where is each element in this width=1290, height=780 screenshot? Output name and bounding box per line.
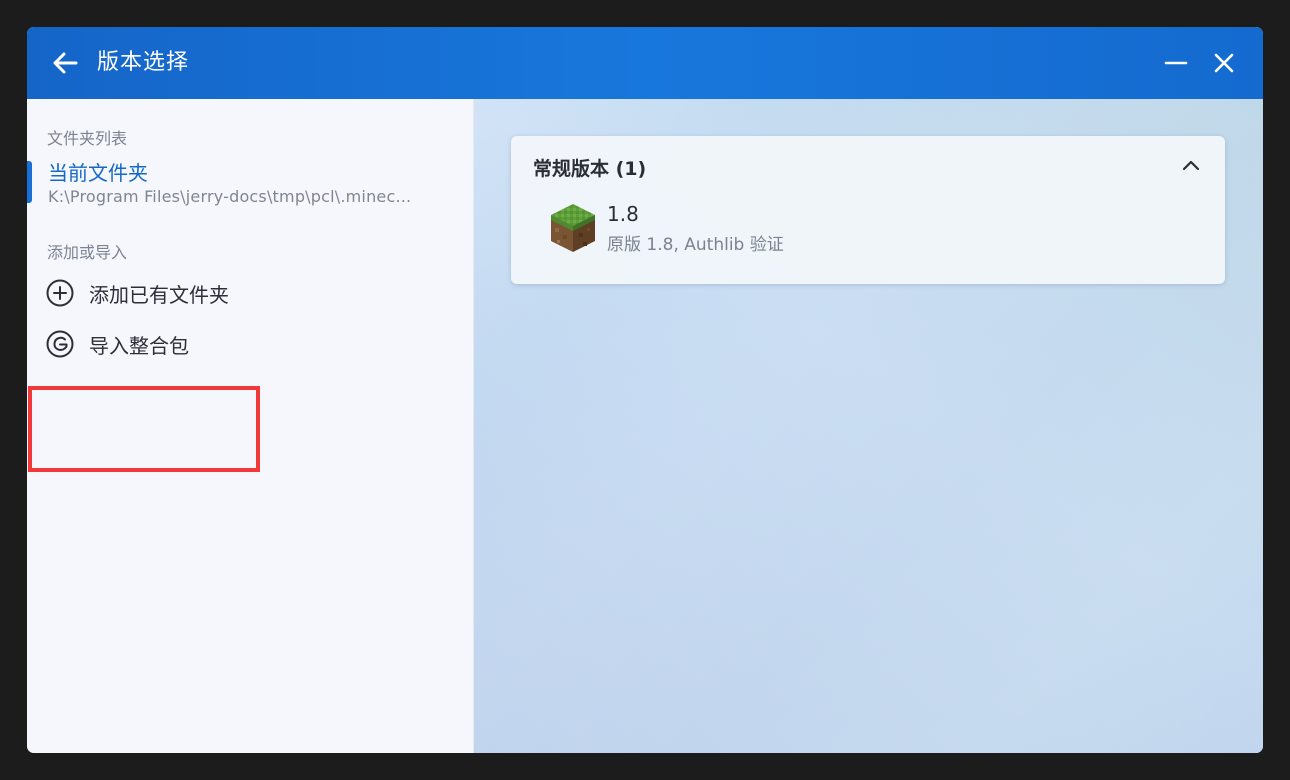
sidebar-item-current-folder[interactable]: 当前文件夹 K:\Program Files\jerry-docs\tmp\pc… [27,151,473,211]
folder-list-label: 文件夹列表 [47,129,128,148]
minimize-icon [1164,61,1188,65]
title-bar: 版本选择 [27,27,1263,99]
current-folder-path: K:\Program Files\jerry-docs\tmp\pcl\.min… [48,187,412,206]
version-select-window: 版本选择 文件夹列表 当前文件夹 K:\Program Files\jerry-… [27,27,1263,753]
modpack-icon [46,330,74,358]
back-button[interactable] [49,47,81,79]
version-group-header[interactable]: 常规版本 (1) [511,136,1225,194]
chevron-up-icon[interactable] [1179,154,1203,178]
grass-block-icon [551,204,595,252]
import-modpack-button[interactable]: 导入整合包 [27,321,473,365]
add-or-import-label: 添加或导入 [47,243,128,262]
minimize-button[interactable] [1160,47,1192,79]
version-group-card: 常规版本 (1) 1.8 原版 1.8, Authlib 验证 [511,136,1225,284]
main-content: 常规版本 (1) 1.8 原版 1.8, Authlib 验证 [474,99,1263,753]
current-folder-name: 当前文件夹 [48,161,148,185]
plus-circle-icon [46,279,74,307]
version-item[interactable]: 1.8 原版 1.8, Authlib 验证 [523,198,1213,258]
add-existing-folder-button[interactable]: 添加已有文件夹 [27,270,473,314]
version-description: 原版 1.8, Authlib 验证 [607,235,784,255]
version-group-title: 常规版本 (1) [533,158,647,180]
highlight-annotation [28,386,260,472]
arrow-left-icon [53,52,78,74]
import-modpack-label: 导入整合包 [89,334,189,358]
add-existing-folder-label: 添加已有文件夹 [89,283,229,307]
window-title: 版本选择 [97,50,190,75]
sidebar: 文件夹列表 当前文件夹 K:\Program Files\jerry-docs\… [27,99,474,753]
close-button[interactable] [1208,47,1240,79]
selected-indicator [27,161,32,203]
close-icon [1214,53,1234,73]
version-name: 1.8 [607,202,639,226]
